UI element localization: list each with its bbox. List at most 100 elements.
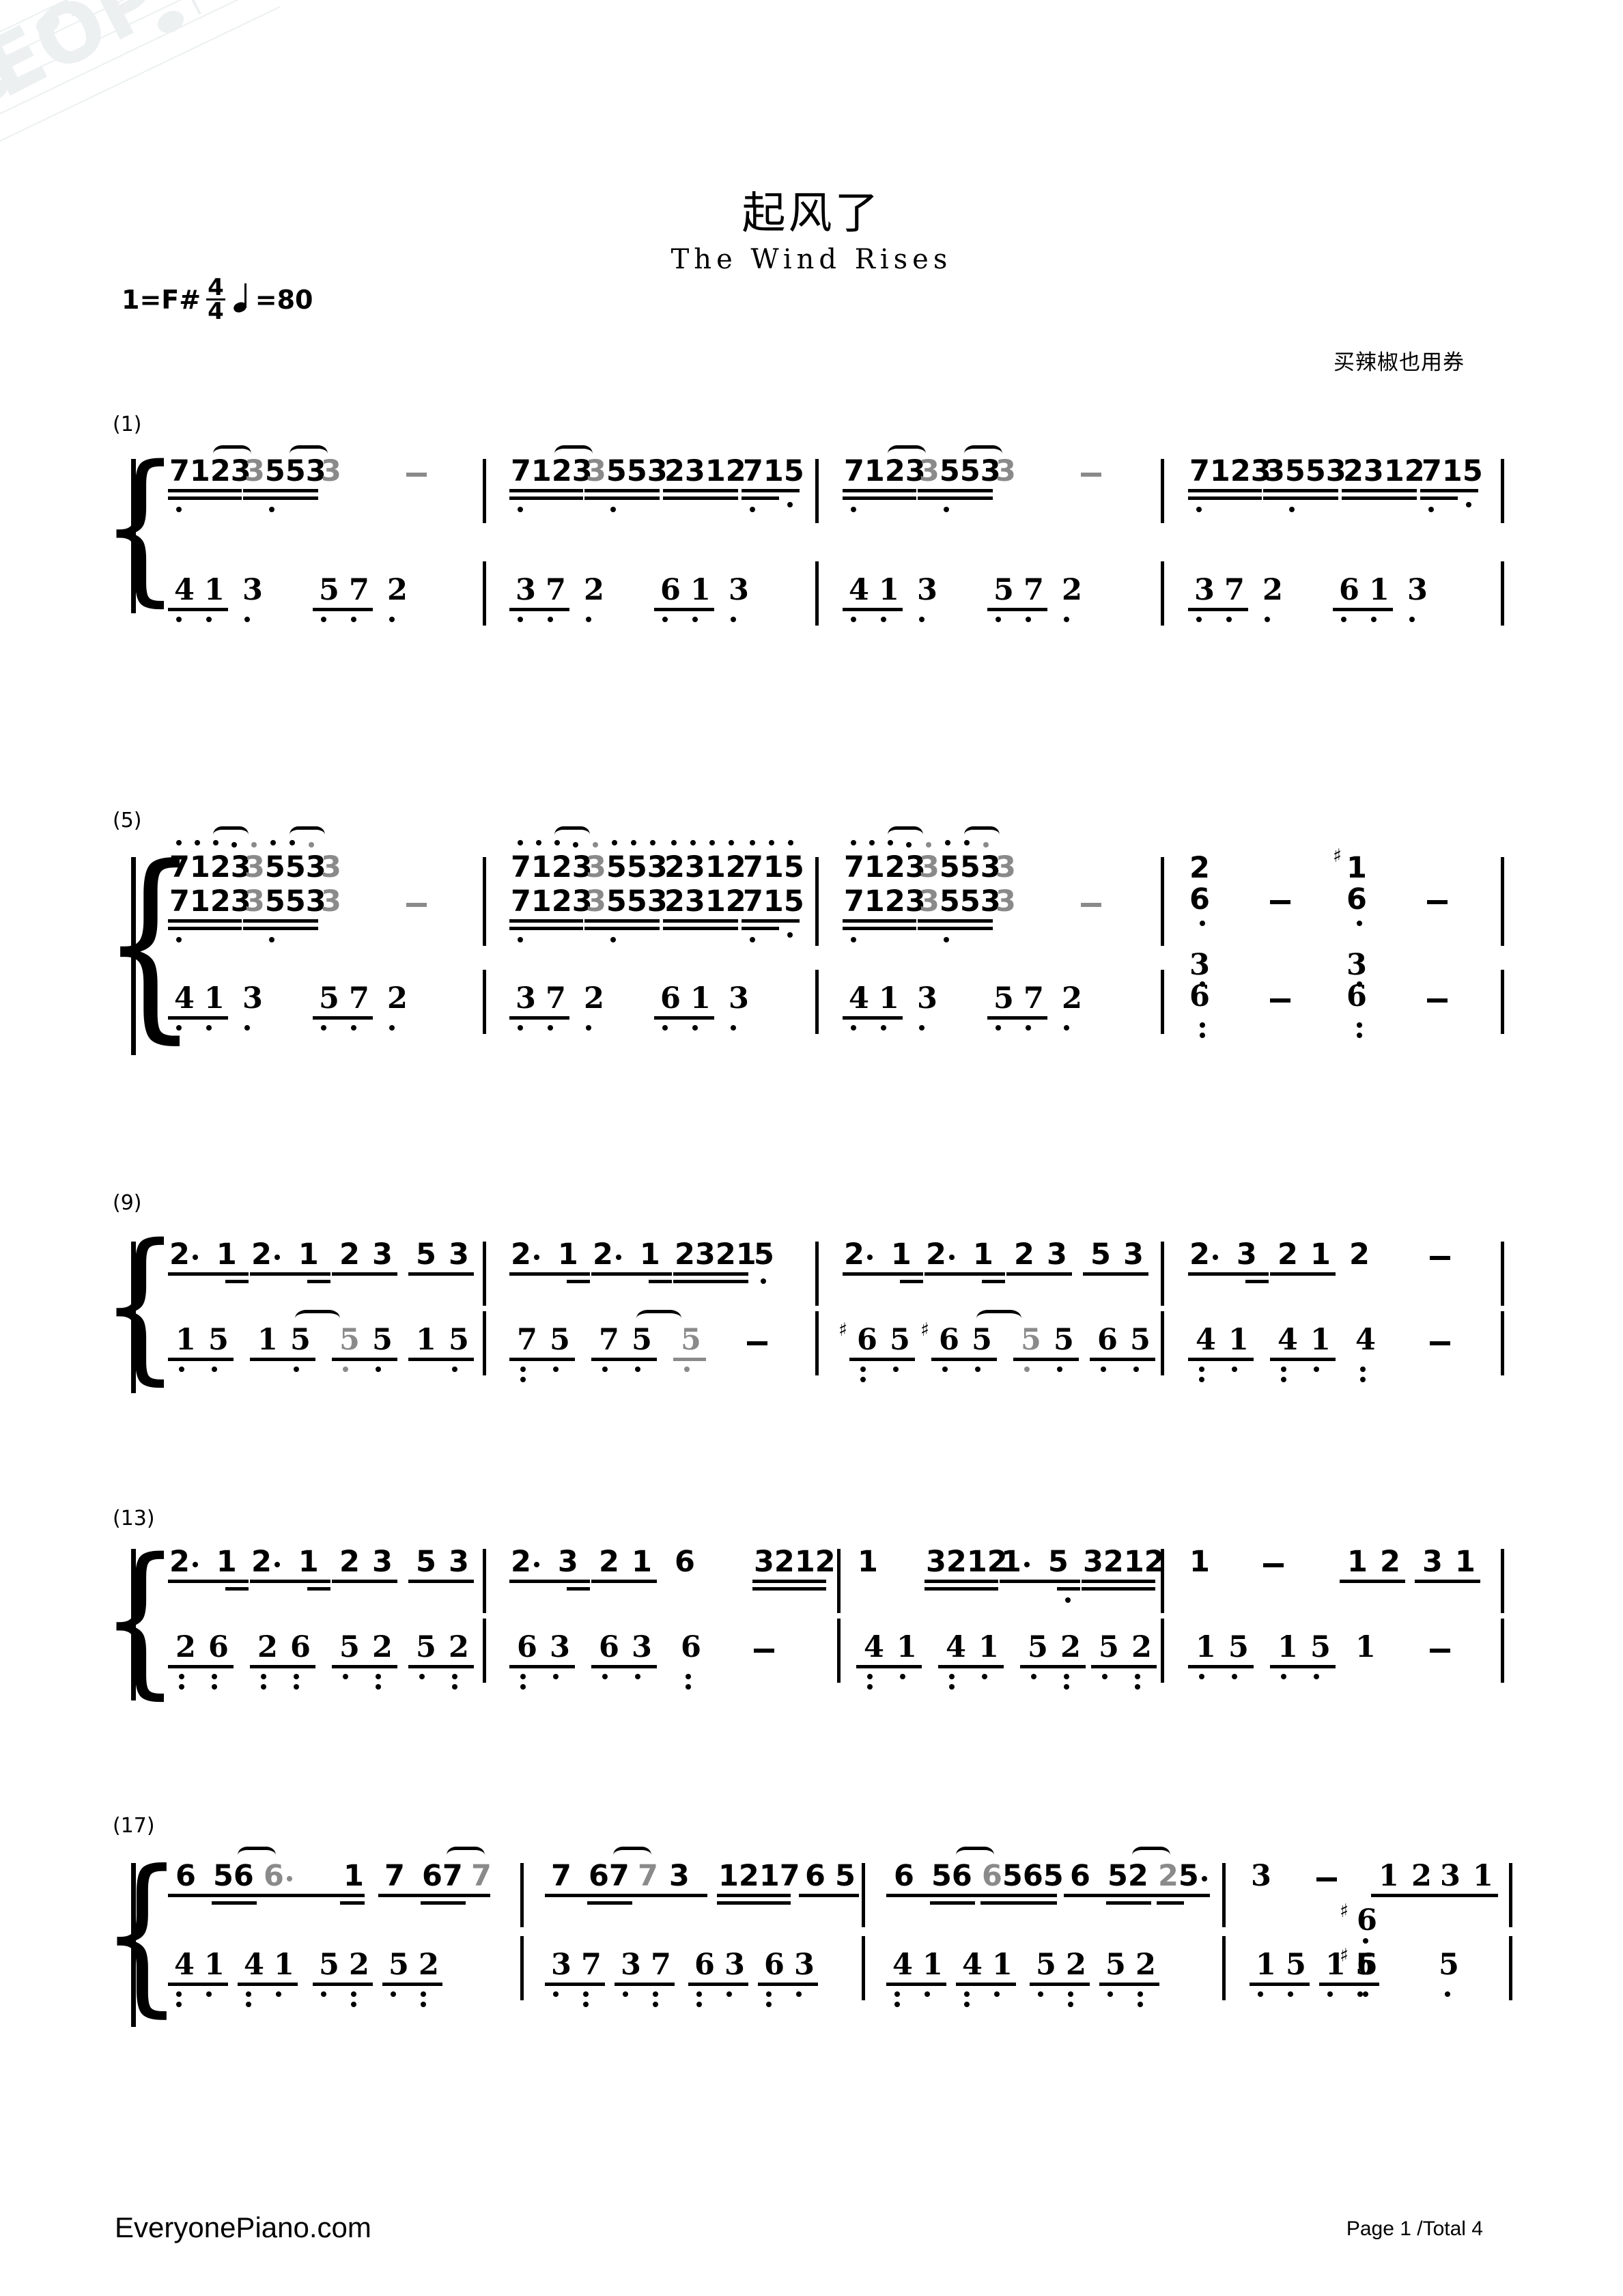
note-group: 2 1: [251, 1545, 319, 1579]
barline: [1161, 1242, 1164, 1306]
note-group: 41: [962, 1948, 1013, 1982]
note-group: 2: [387, 981, 408, 1016]
note-group: 3553: [586, 884, 668, 919]
tie-arc: [888, 826, 923, 843]
hold-dash: [1316, 1877, 1337, 1881]
note-group: 37: [516, 981, 566, 1016]
note-group: 61: [660, 573, 711, 607]
note-group: 3: [729, 981, 749, 1016]
hold-dash: [1263, 1563, 1284, 1567]
footer-site-name[interactable]: EveryonePiano.com: [115, 2211, 371, 2244]
note-group: 7123: [844, 884, 926, 919]
note-group: 3212: [754, 1545, 836, 1579]
note-group: 15: [1278, 1630, 1331, 1664]
note-group: 3: [242, 981, 263, 1016]
note-group: 2321: [675, 1237, 757, 1272]
tempo-value: =80: [255, 284, 313, 315]
note-group: 2: [584, 981, 604, 1016]
note-group: 56: [213, 1859, 254, 1893]
note-group: 52: [319, 1948, 369, 1982]
sharp-accidental: ♯: [1340, 1901, 1349, 1922]
hold-dash: [1430, 1256, 1450, 1260]
note-group: 41: [174, 573, 225, 607]
note-group: 41: [849, 573, 899, 607]
hold-dash: [754, 1649, 774, 1653]
sharp-accidental: ♯: [1340, 1945, 1349, 1966]
note-group: 31: [1440, 1859, 1493, 1893]
barline: [1222, 1936, 1226, 2000]
note-group: 15: [257, 1323, 311, 1357]
time-signature-denominator: 4: [208, 298, 224, 326]
system-5-start-barline: [131, 1863, 136, 2027]
note-group: 41: [174, 1948, 225, 1982]
note-group: 715: [743, 850, 804, 884]
note-group: 52: [1036, 1948, 1086, 1982]
note-group: 3553: [586, 454, 668, 488]
note-group: 52: [416, 1630, 469, 1664]
note-group: 2: [1262, 573, 1283, 607]
hold-dash: [1081, 903, 1101, 907]
note-group: 65: [805, 1859, 856, 1893]
note-group: 3: [321, 850, 341, 884]
note-group: 53: [1090, 1237, 1144, 1272]
note-group: 67: [422, 1859, 463, 1893]
note-group: 12: [1379, 1859, 1432, 1893]
barline: [1501, 1242, 1504, 1306]
note-group: 52: [389, 1948, 439, 1982]
sharp-accidental: ♯: [1333, 845, 1342, 867]
barline: [1501, 970, 1504, 1034]
system-4-start-barline: [131, 1549, 136, 1700]
note-group: 3: [917, 573, 937, 607]
note-group: 1: [1355, 1630, 1376, 1664]
note-group: 41: [1196, 1323, 1249, 1357]
note-group: 1: [1189, 1545, 1210, 1579]
note-group: 57: [319, 573, 369, 607]
note-group: 2: [1062, 981, 1082, 1016]
barline: [483, 1549, 486, 1613]
note-group: 3553: [919, 850, 1001, 884]
note-group: 2 1: [511, 1237, 578, 1272]
note-group: 21: [1278, 1237, 1331, 1272]
barline: [837, 1549, 841, 1613]
note-group: 63: [764, 1948, 815, 1982]
barline: [815, 459, 819, 523]
note-group: 37: [621, 1948, 671, 1982]
barline: [483, 1619, 486, 1683]
note-group: 31: [1422, 1545, 1476, 1579]
system-2-start-barline: [131, 857, 136, 1055]
note-group: 1: [858, 1545, 878, 1579]
note-group: 15: [175, 1323, 229, 1357]
chord-stack: 16: [1346, 851, 1367, 916]
barline: [483, 1242, 486, 1306]
note-group: 3: [996, 454, 1016, 488]
time-signature: 4 4: [206, 276, 225, 326]
note-group: 2312: [664, 454, 746, 488]
note-group: 7: [551, 1859, 571, 1893]
note-group: 6: [264, 1861, 294, 1891]
note-group: 56: [931, 1859, 972, 1893]
footer-page-indicator: Page 1 /Total 4: [1346, 2217, 1483, 2240]
note-group: 1: [343, 1859, 364, 1893]
note-group: 7: [384, 1859, 405, 1893]
note-group: 3212: [1083, 1545, 1165, 1579]
barline: [1501, 1619, 1504, 1683]
note-group: 41: [849, 981, 899, 1016]
watermark-text: EOP: [0, 0, 175, 116]
note-group: 7123: [169, 850, 251, 884]
note-group: 6: [681, 1630, 701, 1664]
note-group: 3212: [926, 1545, 1008, 1579]
system-1-brace: {: [101, 430, 180, 621]
hold-dash: [747, 1341, 767, 1345]
note-group: 3553: [919, 884, 1001, 919]
note-group: 12: [1347, 1545, 1400, 1579]
note-group: 3: [242, 573, 263, 607]
note-group: 15: [1256, 1948, 1306, 1982]
note-group: 2: [387, 573, 408, 607]
barline: [1501, 857, 1504, 946]
note-group: 63: [694, 1948, 745, 1982]
note-group: 2 1: [251, 1237, 319, 1272]
note-group: 5: [1439, 1948, 1459, 1982]
note-group: 2 1: [926, 1237, 993, 1272]
note-group: 25: [1158, 1861, 1209, 1891]
note-group: 41: [244, 1948, 294, 1982]
